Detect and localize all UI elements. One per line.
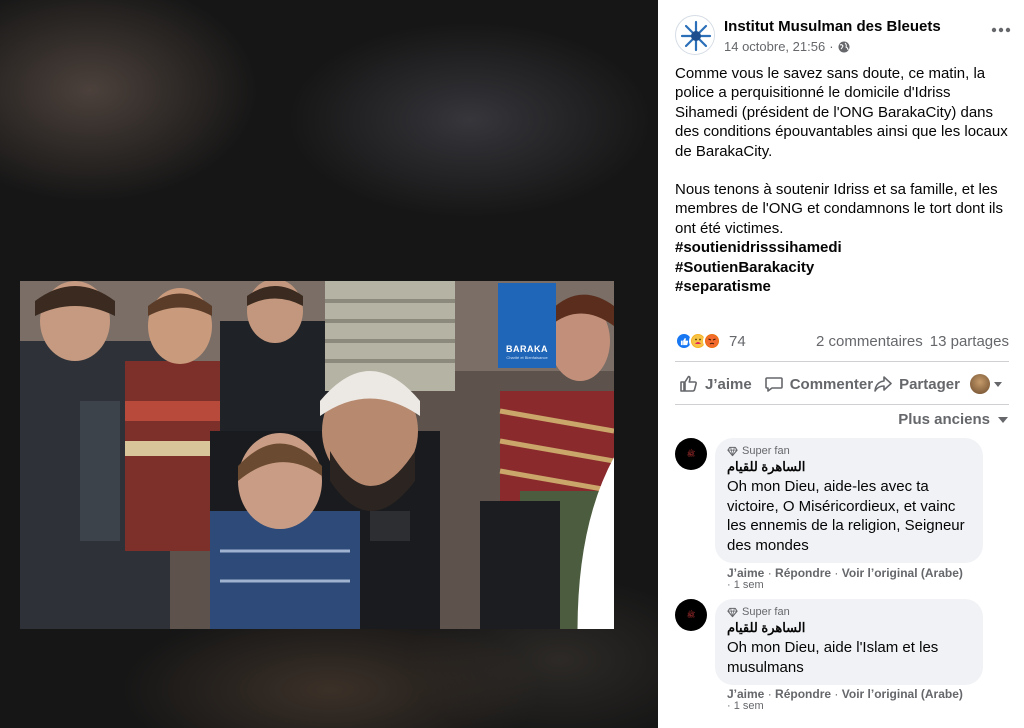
- badge-label: Super fan: [742, 606, 790, 618]
- comment-timestamp[interactable]: · 1 sem: [727, 700, 764, 712]
- link-separator: ·: [834, 687, 839, 701]
- comment-actions: J’aime · Répondre · Voir l’original (Ara…: [727, 687, 963, 701]
- top-fan-badge: Super fan: [727, 445, 971, 457]
- like-button-label: J’aime: [705, 375, 752, 393]
- comment-text: Oh mon Dieu, aide-les avec ta victoire, …: [727, 478, 965, 554]
- comment-sort-label: Plus anciens: [898, 411, 990, 428]
- comment-actions: J’aime · Répondre · Voir l’original (Ara…: [727, 566, 963, 580]
- commenter-avatar[interactable]: ﷺ: [675, 599, 707, 631]
- post-paragraph-2: Nous tenons à soutenir Idriss et sa fami…: [675, 181, 1004, 237]
- shares-count-link[interactable]: 13 partages: [930, 333, 1009, 350]
- link-separator: ·: [767, 566, 772, 580]
- comment-sort-dropdown[interactable]: Plus anciens: [898, 411, 1008, 428]
- audience-avatar[interactable]: [969, 374, 990, 394]
- comment-button[interactable]: Commenter: [764, 374, 873, 394]
- like-button[interactable]: J’aime: [679, 374, 752, 394]
- post-panel: Institut Musulman des Bleuets 14 octobre…: [658, 0, 1024, 728]
- comments-count-link[interactable]: 2 commentaires: [816, 333, 923, 350]
- comment-timestamp[interactable]: · 1 sem: [727, 579, 764, 591]
- hashtag-link[interactable]: #SoutienBarakacity: [675, 258, 1009, 277]
- engagement-counts: 2 commentaires 13 partages: [816, 333, 1009, 350]
- comment-button-label: Commenter: [789, 375, 874, 393]
- top-fan-badge: Super fan: [727, 606, 971, 618]
- divider: [675, 361, 1009, 362]
- globe-icon[interactable]: [838, 41, 850, 53]
- mosque-dome-icon: [577, 457, 614, 629]
- thumbs-up-icon: [680, 375, 697, 392]
- post-date[interactable]: 14 octobre, 21:56: [724, 39, 825, 54]
- share-button[interactable]: Partager: [873, 374, 960, 394]
- post-text: Comme vous le savez sans doute, ce matin…: [675, 64, 1009, 296]
- meta-separator: ·: [829, 39, 834, 54]
- page-avatar[interactable]: [675, 15, 715, 55]
- cornflower-logo-icon: [677, 17, 714, 54]
- comment-bubble: Super fan الساهرة للقيام Oh mon Dieu, ai…: [715, 438, 983, 563]
- post-meta: 14 octobre, 21:56 ·: [724, 39, 850, 54]
- baraka-banner: BARAKA Charité et Bienfaisance: [498, 283, 614, 629]
- chevron-down-icon[interactable]: [993, 381, 1002, 387]
- diamond-icon: [727, 446, 738, 456]
- reaction-icons[interactable]: [675, 332, 721, 350]
- post-paragraph-1: Comme vous le savez sans doute, ce matin…: [675, 65, 1008, 160]
- comment-reply-link[interactable]: Répondre: [775, 566, 831, 580]
- reaction-count[interactable]: 74: [729, 333, 746, 350]
- commenter-avatar[interactable]: ﷺ: [675, 438, 707, 470]
- divider: [675, 404, 1009, 405]
- see-original-link[interactable]: Voir l’original (Arabe): [842, 687, 963, 701]
- link-separator: ·: [834, 566, 839, 580]
- page-name[interactable]: Institut Musulman des Bleuets: [724, 18, 941, 35]
- comment-text: Oh mon Dieu, aide l'Islam et les musulma…: [727, 639, 939, 676]
- reactions-summary: 74 2 commentaires 13 partages: [675, 330, 1009, 352]
- post-photo[interactable]: BARAKA Charité et Bienfaisance: [20, 281, 614, 629]
- see-original-link[interactable]: Voir l’original (Arabe): [842, 566, 963, 580]
- diamond-icon: [727, 607, 738, 617]
- chevron-down-icon: [998, 416, 1008, 423]
- hashtag-link[interactable]: #separatisme: [675, 277, 1009, 296]
- post-actions: J’aime Commenter Partager: [675, 368, 1009, 400]
- comment-like-link[interactable]: J’aime: [727, 566, 764, 580]
- post-header: Institut Musulman des Bleuets 14 octobre…: [675, 15, 1015, 59]
- hashtag-link[interactable]: #soutienidrisssihamedi: [675, 238, 1009, 257]
- badge-label: Super fan: [742, 445, 790, 457]
- more-options-icon[interactable]: [991, 27, 1011, 33]
- comment-author[interactable]: الساهرة للقيام: [727, 620, 971, 636]
- link-separator: ·: [767, 687, 772, 701]
- comment-reply-link[interactable]: Répondre: [775, 687, 831, 701]
- photo-viewer: BARAKA Charité et Bienfaisance: [0, 0, 658, 728]
- angry-reaction-icon: [703, 332, 721, 350]
- share-arrow-icon: [874, 376, 892, 392]
- comment-bubble-icon: [764, 377, 783, 392]
- share-button-label: Partager: [899, 375, 960, 393]
- comment-like-link[interactable]: J’aime: [727, 687, 764, 701]
- comment-bubble: Super fan الساهرة للقيام Oh mon Dieu, ai…: [715, 599, 983, 685]
- comment-author[interactable]: الساهرة للقيام: [727, 459, 971, 475]
